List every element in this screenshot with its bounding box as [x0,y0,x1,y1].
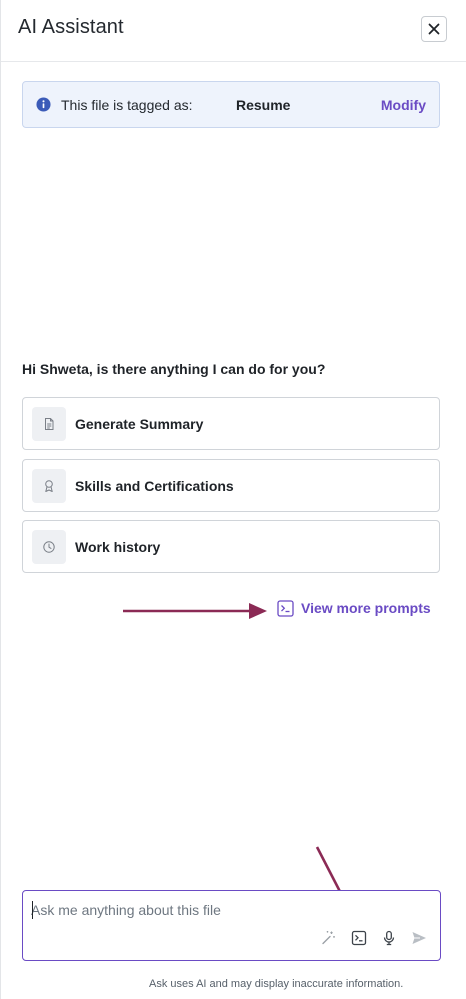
tag-value: Resume [236,97,291,113]
prompt-icon-box [32,469,66,503]
view-more-prompts-link[interactable]: View more prompts [277,598,431,618]
file-tag-banner: This file is tagged as: Resume Modify [22,81,440,128]
view-more-label: View more prompts [301,600,431,616]
tag-label: This file is tagged as: [61,97,193,113]
ai-assistant-panel: AI Assistant This file is tagged as: Res… [0,0,466,999]
terminal-icon [351,930,367,946]
send-button[interactable] [409,928,429,948]
prompt-label: Work history [75,539,161,555]
panel-header: AI Assistant [1,0,466,62]
annotation-arrow-icon [123,603,267,619]
prompt-library-button[interactable] [349,928,369,948]
microphone-icon [383,930,395,946]
prompt-skills-certifications[interactable]: Skills and Certifications [22,459,440,512]
chat-input-box[interactable] [22,890,441,961]
chat-input[interactable] [31,899,431,921]
send-icon [412,932,426,944]
magic-wand-icon [322,931,335,945]
prompt-label: Skills and Certifications [75,478,234,494]
prompt-work-history[interactable]: Work history [22,520,440,573]
magic-wand-button[interactable] [318,928,338,948]
document-icon [45,418,54,430]
prompt-generate-summary[interactable]: Generate Summary [22,397,440,450]
text-caret [32,901,33,919]
close-icon [428,23,440,35]
award-icon [45,480,53,492]
greeting-text: Hi Shweta, is there anything I can do fo… [22,361,326,377]
terminal-icon [277,599,294,617]
panel-title: AI Assistant [18,16,124,38]
microphone-button[interactable] [379,928,399,948]
ai-disclaimer: Ask uses AI and may display inaccurate i… [149,978,404,990]
modify-link[interactable]: Modify [381,97,426,113]
prompt-icon-box [32,407,66,441]
clock-icon [43,541,55,553]
close-button[interactable] [421,16,447,42]
prompt-label: Generate Summary [75,416,204,432]
prompt-icon-box [32,530,66,564]
info-icon [36,97,51,112]
